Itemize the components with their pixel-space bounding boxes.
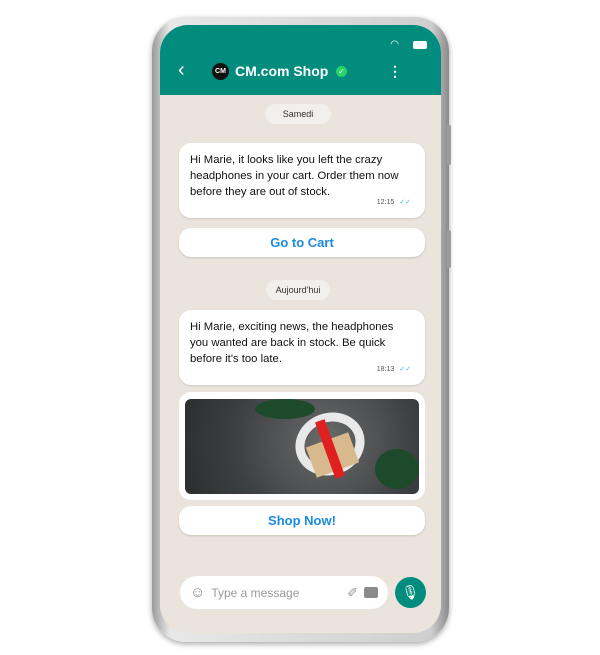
back-icon[interactable]: ‹ — [178, 60, 185, 80]
message-time: 12:15 ✓✓ — [376, 199, 411, 206]
camera-icon[interactable] — [364, 587, 378, 598]
message-text: Hi Marie, exciting news, the headphones … — [190, 321, 394, 365]
power-button — [447, 230, 451, 268]
microphone-icon[interactable]: 🎙︎ — [395, 577, 426, 608]
date-separator: Samedi — [265, 104, 331, 124]
battery-icon — [413, 40, 427, 49]
wifi-icon: ◠ — [390, 39, 399, 50]
message-bubble: Hi Marie, it looks like you left the cra… — [179, 143, 425, 218]
image-card[interactable] — [179, 392, 425, 500]
message-bubble: Hi Marie, exciting news, the headphones … — [179, 310, 425, 385]
verified-check-icon: ✓ — [336, 66, 347, 77]
more-vertical-icon[interactable]: ⋮ — [388, 63, 402, 79]
message-time: 18:13 ✓✓ — [376, 366, 411, 373]
headphones-gift-image[interactable] — [185, 399, 419, 494]
avatar[interactable]: CM — [212, 63, 229, 80]
message-placeholder: Type a message — [211, 585, 300, 600]
status-bar: ◠ — [390, 39, 427, 50]
read-ticks-icon: ✓✓ — [399, 199, 411, 206]
paperclip-icon[interactable]: ✐ — [347, 585, 358, 601]
emoji-icon[interactable]: ☺ — [190, 584, 205, 601]
chat-title[interactable]: CM.com Shop — [235, 63, 328, 79]
shop-now-button[interactable]: Shop Now! — [179, 506, 425, 535]
date-separator: Aujourd'hui — [266, 280, 330, 300]
chat-screen: ◠ ‹ CM CM.com Shop ✓ ⋮ Samedi Hi Marie, … — [160, 25, 441, 633]
go-to-cart-button[interactable]: Go to Cart — [179, 228, 425, 257]
chat-header: ◠ ‹ CM CM.com Shop ✓ ⋮ — [160, 25, 441, 95]
message-input[interactable]: ☺ Type a message ✐ — [180, 576, 388, 609]
read-ticks-icon: ✓✓ — [399, 366, 411, 373]
message-text: Hi Marie, it looks like you left the cra… — [190, 154, 399, 198]
volume-button — [447, 125, 451, 165]
